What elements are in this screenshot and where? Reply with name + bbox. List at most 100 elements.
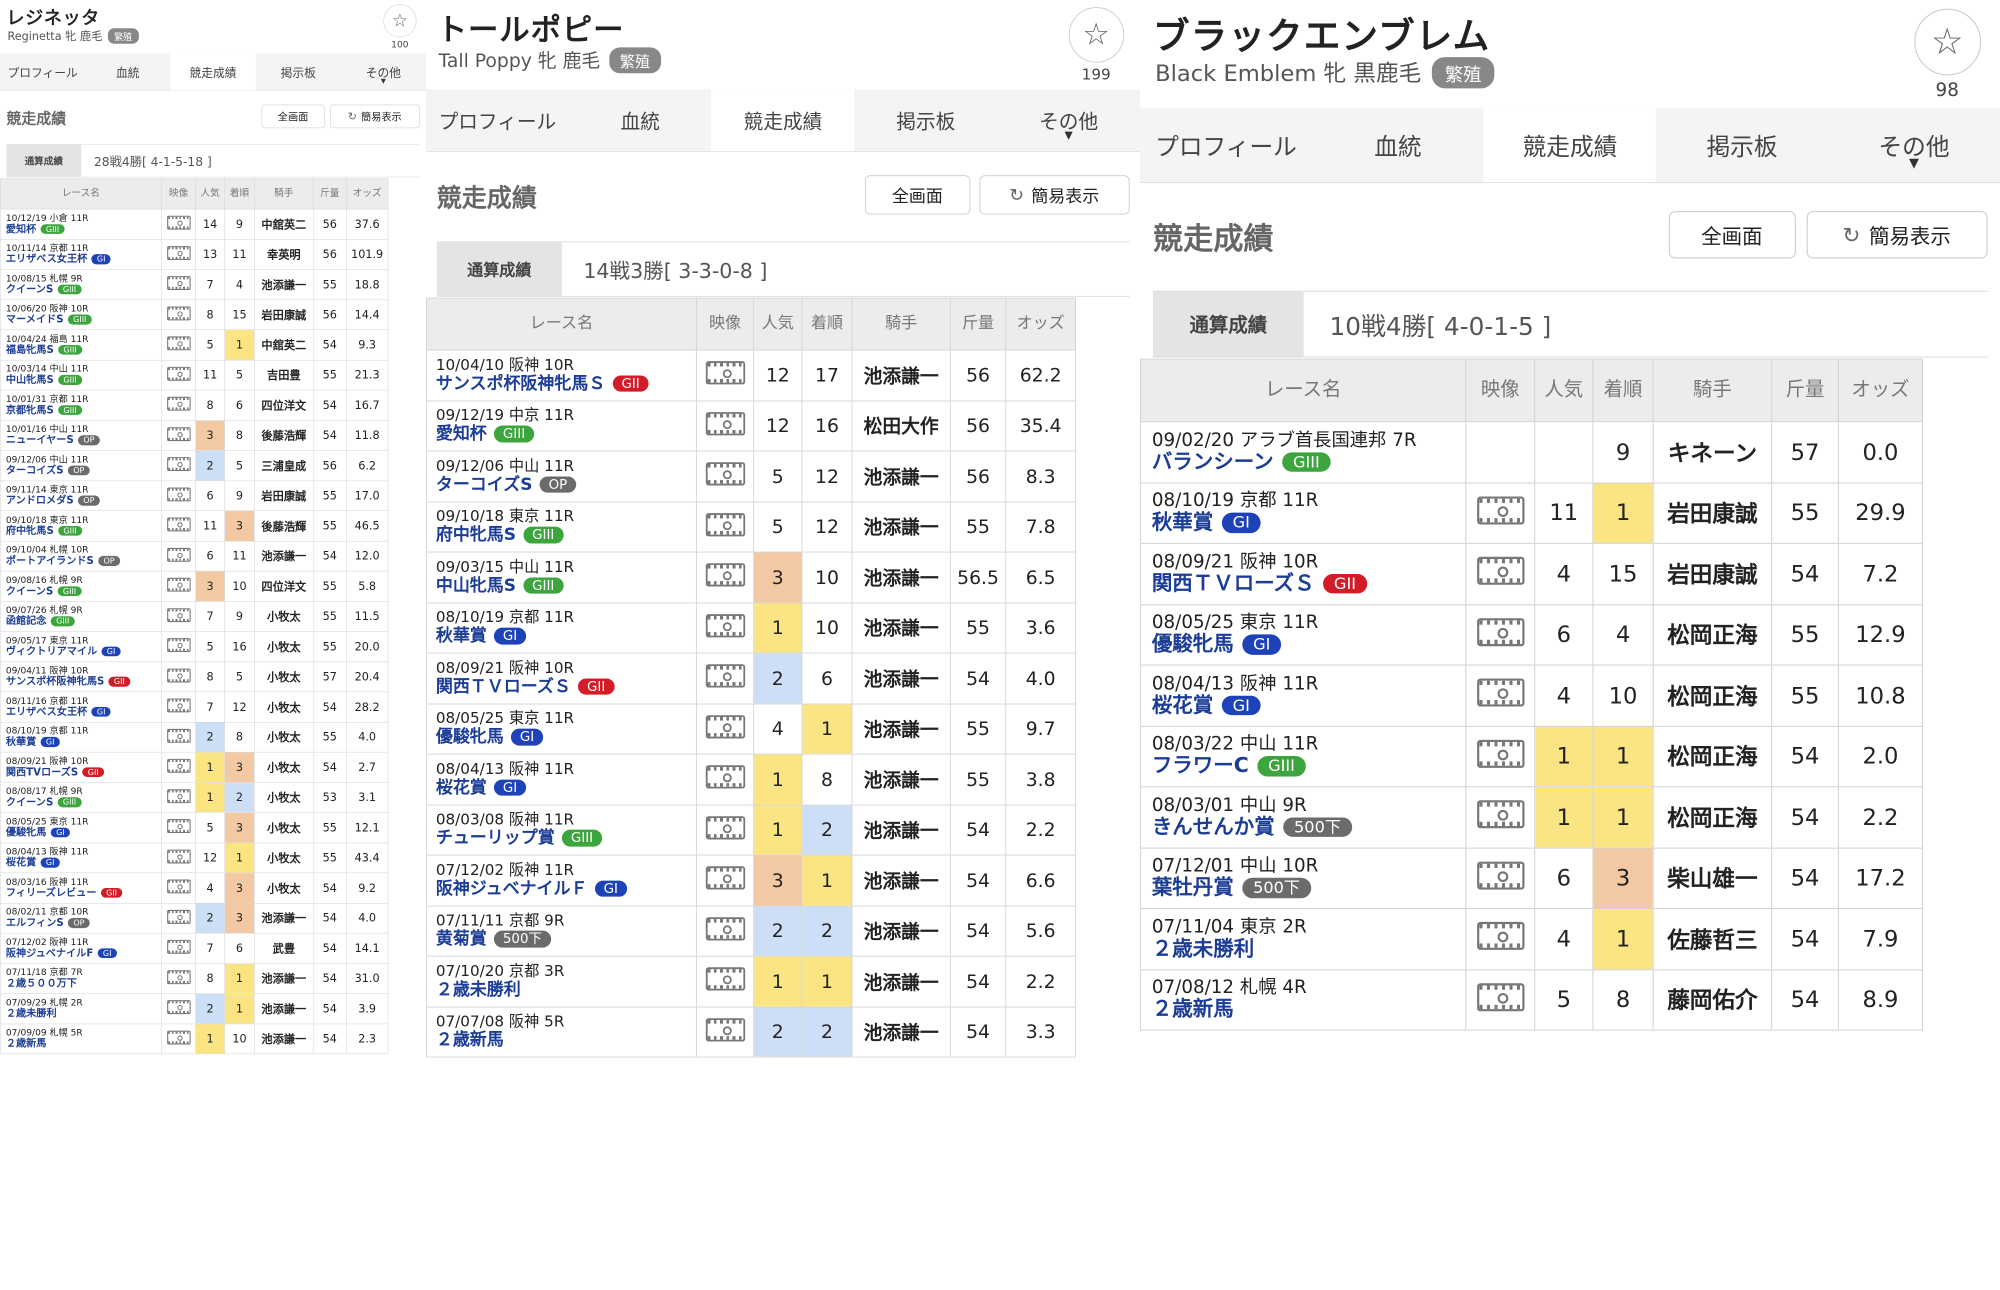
race-name-link[interactable]: エルフィンS bbox=[6, 917, 64, 928]
favorite-star-button[interactable]: ☆ bbox=[383, 4, 417, 38]
video-film-icon[interactable] bbox=[166, 487, 191, 502]
video-film-icon[interactable] bbox=[166, 668, 191, 683]
race-cell[interactable]: 09/08/16 札幌 9R クイーンS GIII bbox=[0, 570, 162, 602]
video-cell[interactable] bbox=[161, 510, 196, 542]
race-cell[interactable]: 08/04/13 阪神 11R 桜花賞 GI bbox=[426, 753, 697, 806]
race-cell[interactable]: 08/09/21 阪神 10R 関西ＴＶローズＳ GII bbox=[1140, 542, 1467, 605]
race-name-link[interactable]: 函館記念 bbox=[6, 616, 47, 627]
video-cell[interactable] bbox=[1465, 481, 1536, 544]
race-cell[interactable]: 10/01/31 京都 11R 京都牝馬S GIII bbox=[0, 389, 162, 421]
video-cell[interactable] bbox=[161, 419, 196, 451]
race-name-link[interactable]: バランシーン bbox=[1152, 450, 1274, 473]
jockey-link[interactable]: 岩田康誠 bbox=[254, 480, 314, 512]
video-film-icon[interactable] bbox=[1476, 861, 1524, 890]
video-film-icon[interactable] bbox=[166, 306, 191, 321]
tab-profile[interactable]: プロフィール bbox=[426, 89, 569, 151]
race-name-link[interactable]: サンスポ杯阪神牝馬S bbox=[6, 676, 104, 687]
race-cell[interactable]: 10/06/20 阪神 10R マーメイドS GIII bbox=[0, 299, 162, 331]
race-name-link[interactable]: 府中牝馬S bbox=[436, 525, 516, 545]
race-name-link[interactable]: 阪神ジュベナイルＦ bbox=[436, 879, 588, 898]
race-name-link[interactable]: ポートアイランドS bbox=[6, 555, 94, 566]
race-cell[interactable]: 09/05/17 東京 11R ヴィクトリアマイル GI bbox=[0, 631, 162, 662]
race-name-link[interactable]: ２歳新馬 bbox=[1152, 998, 1234, 1021]
video-film-icon[interactable] bbox=[166, 758, 191, 773]
jockey-link[interactable]: 小牧太 bbox=[254, 782, 314, 813]
video-cell[interactable] bbox=[161, 721, 196, 753]
video-cell[interactable] bbox=[695, 602, 755, 654]
tab-more[interactable]: その他 ▼ bbox=[1828, 108, 2000, 182]
jockey-link[interactable]: 武豊 bbox=[254, 932, 314, 964]
jockey-link[interactable]: 藤岡佑介 bbox=[1652, 968, 1773, 1031]
video-cell[interactable] bbox=[161, 631, 196, 662]
jockey-link[interactable]: 池添謙一 bbox=[254, 993, 314, 1024]
race-name-link[interactable]: 愛知杯 bbox=[436, 424, 487, 444]
race-cell[interactable]: 10/04/10 阪神 10R サンスポ杯阪神牝馬Ｓ GII bbox=[426, 349, 697, 401]
tab-race-results[interactable]: 競走成績 bbox=[1484, 107, 1657, 183]
race-cell[interactable]: 07/08/12 札幌 4R ２歳新馬 bbox=[1140, 968, 1467, 1031]
race-cell[interactable]: 07/10/20 京都 3R ２歳未勝利 bbox=[426, 955, 697, 1008]
video-cell[interactable] bbox=[695, 703, 755, 755]
video-cell[interactable] bbox=[695, 450, 755, 502]
race-name-link[interactable]: 関西ＴＶローズＳ bbox=[436, 677, 571, 696]
video-film-icon[interactable] bbox=[166, 336, 191, 351]
fullscreen-button[interactable]: 全画面 bbox=[1668, 211, 1796, 259]
video-film-icon[interactable] bbox=[705, 1018, 745, 1042]
video-film-icon[interactable] bbox=[166, 246, 191, 260]
video-cell[interactable] bbox=[1465, 847, 1536, 909]
video-cell[interactable] bbox=[695, 854, 755, 907]
video-cell[interactable] bbox=[161, 570, 196, 602]
race-name-link[interactable]: マーメイドS bbox=[6, 314, 64, 325]
race-name-link[interactable]: 阪神ジュベナイルF bbox=[6, 947, 93, 959]
jockey-link[interactable]: 岩田康誠 bbox=[1652, 481, 1773, 544]
race-name-link[interactable]: 桜花賞 bbox=[1152, 694, 1213, 716]
race-cell[interactable]: 08/05/25 東京 11R 優駿牝馬 GI bbox=[1140, 603, 1467, 666]
race-cell[interactable]: 08/09/21 阪神 10R 関西ＴＶローズＳ GII bbox=[426, 652, 697, 705]
jockey-link[interactable]: 小牧太 bbox=[254, 872, 314, 904]
simple-view-button[interactable]: ↻ 簡易表示 bbox=[979, 175, 1130, 215]
video-film-icon[interactable] bbox=[705, 361, 745, 385]
video-film-icon[interactable] bbox=[166, 638, 191, 653]
tab-more[interactable]: その他 ▼ bbox=[341, 53, 426, 90]
race-cell[interactable]: 08/02/11 京都 10R エルフィンS OP bbox=[0, 902, 162, 934]
race-cell[interactable]: 08/10/19 京都 11R 秋華賞 GI bbox=[1140, 481, 1467, 544]
jockey-link[interactable]: 後藤浩輝 bbox=[254, 510, 314, 542]
video-film-icon[interactable] bbox=[166, 939, 191, 954]
race-cell[interactable]: 08/03/16 阪神 11R フィリーズレビュー GII bbox=[0, 872, 162, 904]
jockey-link[interactable]: 池添謙一 bbox=[851, 652, 951, 705]
jockey-link[interactable]: 中舘英二 bbox=[254, 208, 314, 240]
jockey-link[interactable]: 池添謙一 bbox=[851, 703, 951, 755]
race-cell[interactable]: 08/05/25 東京 11R 優駿牝馬 GI bbox=[426, 703, 697, 755]
jockey-link[interactable]: 池添謙一 bbox=[254, 540, 314, 572]
video-film-icon[interactable] bbox=[166, 276, 191, 291]
video-film-icon[interactable] bbox=[1476, 739, 1524, 768]
tab-profile[interactable]: プロフィール bbox=[0, 53, 85, 90]
race-name-link[interactable]: 優駿牝馬 bbox=[6, 827, 47, 838]
race-cell[interactable]: 07/12/01 中山 10R 葉牡丹賞 500下 bbox=[1140, 847, 1467, 909]
video-film-icon[interactable] bbox=[166, 427, 191, 441]
jockey-link[interactable]: 松岡正海 bbox=[1652, 664, 1773, 727]
video-cell[interactable] bbox=[695, 905, 755, 957]
video-film-icon[interactable] bbox=[1476, 678, 1524, 707]
race-cell[interactable]: 10/03/14 中山 11R 中山牝馬S GIII bbox=[0, 359, 162, 391]
race-name-link[interactable]: ニューイヤーS bbox=[6, 435, 74, 446]
jockey-link[interactable]: 岩田康誠 bbox=[1652, 542, 1773, 605]
race-name-link[interactable]: アンドロメダS bbox=[6, 495, 74, 506]
race-cell[interactable]: 08/08/17 札幌 9R クイーンS GIII bbox=[0, 782, 162, 813]
race-cell[interactable]: 09/07/26 札幌 9R 函館記念 GIII bbox=[0, 601, 162, 632]
video-cell[interactable] bbox=[161, 661, 196, 693]
video-film-icon[interactable] bbox=[166, 517, 191, 532]
tab-profile[interactable]: プロフィール bbox=[1140, 108, 1312, 182]
video-film-icon[interactable] bbox=[166, 457, 191, 472]
race-name-link[interactable]: 葉牡丹賞 bbox=[1152, 876, 1234, 899]
race-name-link[interactable]: 京都牝馬S bbox=[6, 404, 54, 416]
jockey-link[interactable]: 小牧太 bbox=[254, 721, 314, 753]
video-film-icon[interactable] bbox=[166, 608, 191, 622]
race-cell[interactable]: 09/10/04 札幌 10R ポートアイランドS OP bbox=[0, 540, 162, 572]
video-film-icon[interactable] bbox=[705, 866, 745, 890]
race-name-link[interactable]: クイーンS bbox=[6, 585, 53, 597]
race-name-link[interactable]: 関西ＴＶローズＳ bbox=[1152, 572, 1315, 595]
race-cell[interactable]: 07/11/11 京都 9R 黄菊賞 500下 bbox=[426, 905, 697, 957]
race-name-link[interactable]: 福島牝馬S bbox=[6, 344, 54, 355]
race-cell[interactable]: 08/03/22 中山 11R フラワーC GIII bbox=[1140, 725, 1467, 788]
video-film-icon[interactable] bbox=[1476, 800, 1524, 829]
